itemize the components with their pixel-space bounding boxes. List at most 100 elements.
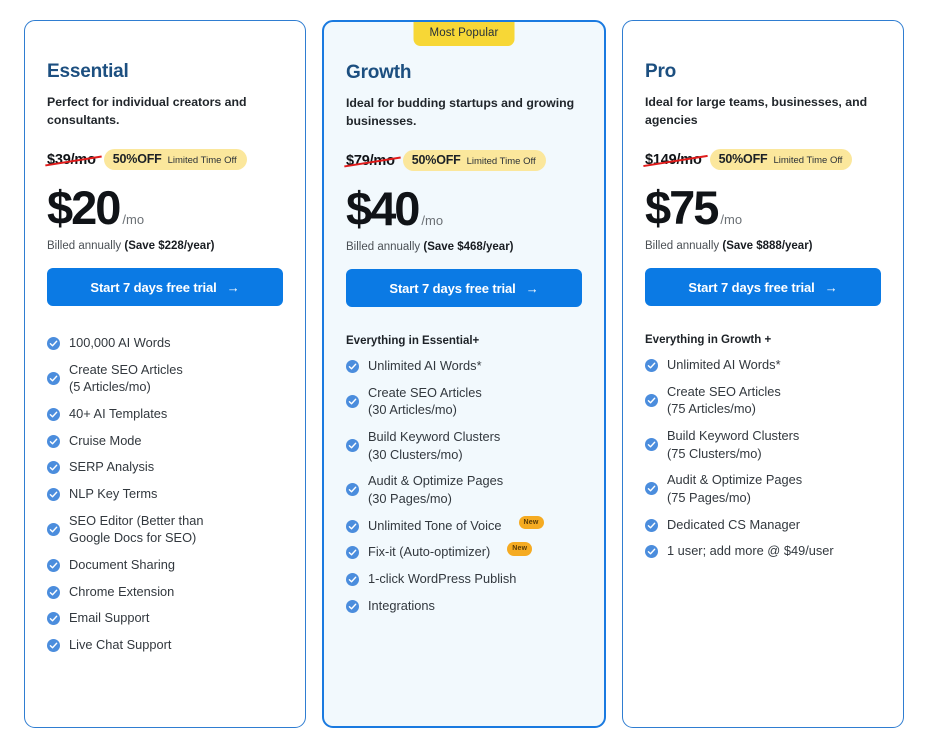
feature-item: Integrations	[346, 597, 582, 615]
check-circle-icon	[645, 545, 658, 559]
feature-label: SEO Editor (Better than Google Docs for S…	[69, 512, 204, 546]
feature-label: Email Support	[69, 610, 150, 626]
new-badge: New	[518, 515, 544, 530]
check-circle-icon	[645, 438, 658, 452]
plan-description: Ideal for large teams, businesses, and a…	[645, 95, 868, 127]
discount-badge: 50%OFF Limited Time Off	[709, 149, 853, 171]
feature-list: Unlimited AI Words* Create SEO Articles (7…	[645, 356, 881, 569]
feature-item: Unlimited AI Words*	[346, 357, 582, 375]
check-circle-icon	[47, 522, 60, 536]
price-row: $20/mo	[47, 180, 283, 234]
plan-description: Perfect for individual creators and cons…	[47, 95, 247, 127]
check-circle-icon	[47, 407, 60, 421]
check-circle-icon	[645, 518, 658, 532]
discount-badge: 50%OFF Limited Time Off	[103, 149, 247, 171]
feature-label: Unlimited AI Words*	[667, 357, 781, 372]
feature-label: Audit & Optimize Pages (75 Pages/mo)	[667, 472, 803, 505]
check-circle-icon	[645, 359, 658, 372]
plan-card-growth: Most Popular Growth Ideal for budding star…	[322, 20, 606, 728]
check-circle-icon	[47, 487, 60, 501]
price-row: $75/mo	[645, 180, 881, 234]
arrow-right-icon: →	[824, 279, 838, 295]
feature-item: Create SEO Articles (30 Articles/mo)	[346, 384, 582, 419]
feature-item: Dedicated CS Manager	[645, 516, 881, 534]
billing-prefix: Billed annually	[47, 240, 125, 252]
check-circle-icon	[346, 360, 359, 373]
pricing-plans-grid: Essential Perfect for individual creators…	[0, 0, 928, 748]
feature-label: Create SEO Articles (5 Articles/mo)	[69, 361, 183, 395]
feature-item: Live Chat Support	[47, 636, 283, 654]
plan-name: Growth	[346, 62, 412, 83]
feature-list: Unlimited AI Words* Create SEO Articles (3…	[346, 357, 582, 623]
feature-list: 100,000 AI Words Create SEO Articles (5 Ar…	[47, 334, 283, 663]
feature-item: Audit & Optimize Pages (30 Pages/mo)	[346, 472, 582, 507]
discount-row: $149/mo 50%OFF Limited Time Off	[645, 149, 881, 171]
feature-item: Audit & Optimize Pages (75 Pages/mo)	[645, 471, 881, 506]
check-circle-icon	[346, 439, 359, 453]
feature-item: Build Keyword Clusters (30 Clusters/mo)	[346, 428, 582, 463]
billing-prefix: Billed annually	[645, 240, 723, 252]
feature-item: Cruise Mode	[47, 432, 283, 450]
check-circle-icon	[346, 599, 359, 613]
discount-note: Limited Time Off	[466, 156, 536, 168]
check-circle-icon	[346, 546, 359, 560]
price-period: /mo	[421, 212, 444, 228]
current-price: $75	[645, 180, 719, 234]
check-circle-icon	[47, 434, 60, 448]
feature-item: 40+ AI Templates	[47, 405, 283, 423]
discount-note: Limited Time Off	[167, 155, 237, 167]
billing-savings: (Save $228/year)	[124, 240, 215, 252]
new-badge: New	[507, 542, 533, 556]
feature-item: NLP Key Terms	[47, 485, 283, 503]
discount-row: $79/mo 50%OFF Limited Time Off	[346, 150, 582, 172]
cta-label: Start 7 days free trial	[688, 279, 815, 295]
feature-label: Integrations	[368, 597, 435, 613]
check-circle-icon	[346, 572, 359, 586]
billing-savings: (Save $888/year)	[722, 240, 813, 252]
feature-item: Chrome Extension	[47, 583, 283, 601]
feature-item: Email Support	[47, 609, 283, 627]
arrow-right-icon: →	[226, 279, 240, 295]
feature-label: Chrome Extension	[69, 583, 175, 599]
check-circle-icon	[645, 393, 658, 407]
feature-label: Create SEO Articles (30 Articles/mo)	[368, 384, 482, 418]
start-free-trial-button[interactable]: Start 7 days free trial →	[47, 268, 283, 306]
feature-label: SERP Analysis	[69, 459, 155, 475]
billing-note: Billed annually (Save $228/year)	[47, 240, 283, 252]
check-circle-icon	[47, 461, 60, 475]
current-price: $20	[47, 180, 121, 234]
feature-label: Fix-it (Auto-optimizer)	[368, 544, 491, 560]
feature-label: NLP Key Terms	[69, 485, 158, 501]
feature-item: Document Sharing	[47, 556, 283, 574]
start-free-trial-button[interactable]: Start 7 days free trial →	[645, 268, 881, 306]
arrow-right-icon: →	[525, 280, 539, 296]
feature-label: Create SEO Articles (75 Articles/mo)	[667, 383, 781, 417]
check-circle-icon	[47, 638, 60, 652]
feature-item: Unlimited AI Words*	[645, 356, 881, 374]
includes-label: Everything in Growth +	[645, 334, 772, 346]
feature-label: Unlimited AI Words*	[368, 358, 482, 373]
discount-note: Limited Time Off	[773, 155, 843, 167]
feature-label: Live Chat Support	[69, 636, 172, 652]
cta-label: Start 7 days free trial	[90, 279, 217, 295]
discount-percent: 50%OFF	[112, 152, 162, 167]
price-row: $40/mo	[346, 183, 582, 233]
price-period: /mo	[122, 211, 145, 227]
feature-label: Audit & Optimize Pages (30 Pages/mo)	[368, 473, 504, 506]
original-price: $39/mo	[47, 152, 104, 168]
feature-label: Build Keyword Clusters (30 Clusters/mo)	[368, 428, 501, 462]
discount-badge: 50%OFF Limited Time Off	[402, 150, 546, 172]
check-circle-icon	[346, 519, 359, 533]
start-free-trial-button[interactable]: Start 7 days free trial →	[346, 269, 582, 307]
plan-description: Ideal for budding startups and growing b…	[346, 96, 575, 128]
original-price: $149/mo	[645, 152, 710, 168]
feature-item: Build Keyword Clusters (75 Clusters/mo)	[645, 427, 881, 462]
plan-card-pro: Pro Ideal for large teams, businesses, an…	[622, 20, 904, 728]
feature-label: 40+ AI Templates	[69, 405, 168, 421]
feature-item: Fix-it (Auto-optimizer) New	[346, 542, 582, 561]
billing-note: Billed annually (Save $468/year)	[346, 241, 582, 253]
feature-label: Dedicated CS Manager	[667, 516, 801, 532]
feature-item: SERP Analysis	[47, 458, 283, 476]
feature-label: 1-click WordPress Publish	[368, 570, 517, 586]
check-circle-icon	[47, 337, 60, 350]
